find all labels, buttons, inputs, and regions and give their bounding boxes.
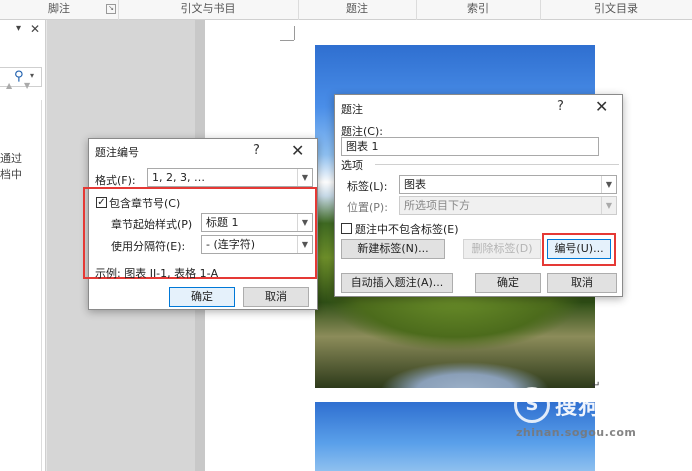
margin-corner-mark [280, 40, 294, 41]
ribbon-group-table-of-authorities: 引文目录 [540, 0, 692, 20]
ok-button[interactable]: 确定 [475, 273, 541, 293]
chevron-down-icon[interactable]: ▼ [297, 169, 312, 186]
autocaption-button[interactable]: 自动插入题注(A)... [341, 273, 453, 293]
close-icon[interactable]: ✕ [595, 97, 608, 116]
chapter-style-select[interactable]: 标题 1 ▼ [201, 213, 313, 232]
navigation-pane: ▾ ✕ ⚲ ▾ ▲ ▼ 通过 档中 [0, 20, 46, 471]
dialog-title: 题注 [341, 103, 363, 116]
up-arrow-icon[interactable]: ▲ [6, 81, 12, 90]
format-label: 格式(F): [95, 174, 136, 187]
tag-select-value: 图表 [404, 178, 426, 191]
separator-label: 使用分隔符(E): [111, 240, 186, 253]
options-divider [375, 164, 619, 165]
position-select[interactable]: 所选项目下方 ▼ [399, 196, 617, 215]
include-chapter-checkbox[interactable]: ✓ [96, 197, 107, 208]
dialog-title: 题注编号 [95, 146, 139, 159]
close-icon[interactable]: ✕ [30, 22, 40, 36]
chevron-down-icon[interactable]: ▼ [297, 214, 312, 231]
chevron-down-icon[interactable]: ▼ [601, 197, 616, 214]
tag-label: 标签(L): [347, 180, 388, 193]
cancel-button[interactable]: 取消 [547, 273, 617, 293]
include-chapter-label: 包含章节号(C) [109, 197, 181, 210]
separator-select[interactable]: - (连字符) ▼ [201, 235, 313, 254]
watermark-url: zhinan.sogou.com [516, 426, 637, 439]
ribbon-group-footnotes: 脚注 ↘ [0, 0, 119, 20]
down-arrow-icon[interactable]: ▼ [24, 81, 30, 90]
ok-button[interactable]: 确定 [169, 287, 235, 307]
format-select-value: 1, 2, 3, … [152, 171, 205, 184]
format-select[interactable]: 1, 2, 3, … ▼ [147, 168, 313, 187]
watermark-text: 搜狗指南 [555, 395, 648, 420]
chevron-down-icon[interactable]: ▼ [601, 176, 616, 193]
nav-results-panel: 通过 档中 [0, 100, 42, 471]
dialog-launcher-icon[interactable]: ↘ [106, 4, 116, 14]
ribbon-group-label: 脚注 [48, 2, 70, 15]
chevron-down-icon[interactable]: ▾ [30, 71, 34, 80]
ribbon-group-citations: 引文与书目 [118, 0, 299, 20]
ribbon-group-index: 索引 [416, 0, 541, 20]
ribbon-group-captions: 题注 [298, 0, 417, 20]
example-text: 示例: 图表 II-1, 表格 1-A [95, 267, 219, 280]
chapter-style-value: 标题 1 [206, 216, 239, 229]
chevron-down-icon[interactable]: ▼ [297, 236, 312, 253]
nav-text-line: 通过 [0, 152, 22, 165]
position-label: 位置(P): [347, 201, 388, 214]
caption-text-input[interactable]: 图表 1 [341, 137, 599, 156]
help-icon[interactable]: ? [557, 99, 564, 114]
separator-value: - (连字符) [206, 238, 256, 251]
highlight-box [542, 233, 616, 266]
options-group-label: 选项 [341, 159, 363, 172]
exclude-label-checkbox[interactable] [341, 223, 352, 234]
caption-numbering-dialog: 题注编号 ? ✕ 格式(F): 1, 2, 3, … ▼ ✓ 包含章节号(C) … [83, 138, 318, 310]
ribbon-group-label: 引文目录 [594, 2, 638, 15]
exclude-label-text: 题注中不包含标签(E) [355, 223, 459, 236]
ribbon-group-strip: 脚注 ↘ 引文与书目 题注 索引 引文目录 [0, 0, 692, 20]
tag-select[interactable]: 图表 ▼ [399, 175, 617, 194]
chevron-down-icon[interactable]: ▾ [16, 23, 21, 34]
search-icon[interactable]: ⚲ [14, 69, 24, 84]
close-icon[interactable]: ✕ [291, 141, 304, 160]
nav-text-line: 档中 [0, 168, 22, 181]
ribbon-group-label: 索引 [467, 2, 489, 15]
margin-corner-mark [294, 26, 295, 40]
ribbon-group-label: 题注 [346, 2, 368, 15]
caption-dialog: 题注 ? ✕ 题注(C): 图表 1 选项 标签(L): 图表 ▼ 位置(P):… [334, 94, 623, 297]
ribbon-group-label: 引文与书目 [180, 2, 236, 15]
help-icon[interactable]: ? [253, 143, 260, 158]
chapter-style-label: 章节起始样式(P) [111, 218, 193, 231]
delete-label-button[interactable]: 删除标签(D) [463, 239, 541, 259]
watermark-logo: S [514, 387, 550, 423]
position-select-value: 所选项目下方 [404, 199, 470, 212]
new-label-button[interactable]: 新建标签(N)... [341, 239, 445, 259]
cancel-button[interactable]: 取消 [243, 287, 309, 307]
nav-pane-header: ▾ ✕ [0, 20, 46, 42]
